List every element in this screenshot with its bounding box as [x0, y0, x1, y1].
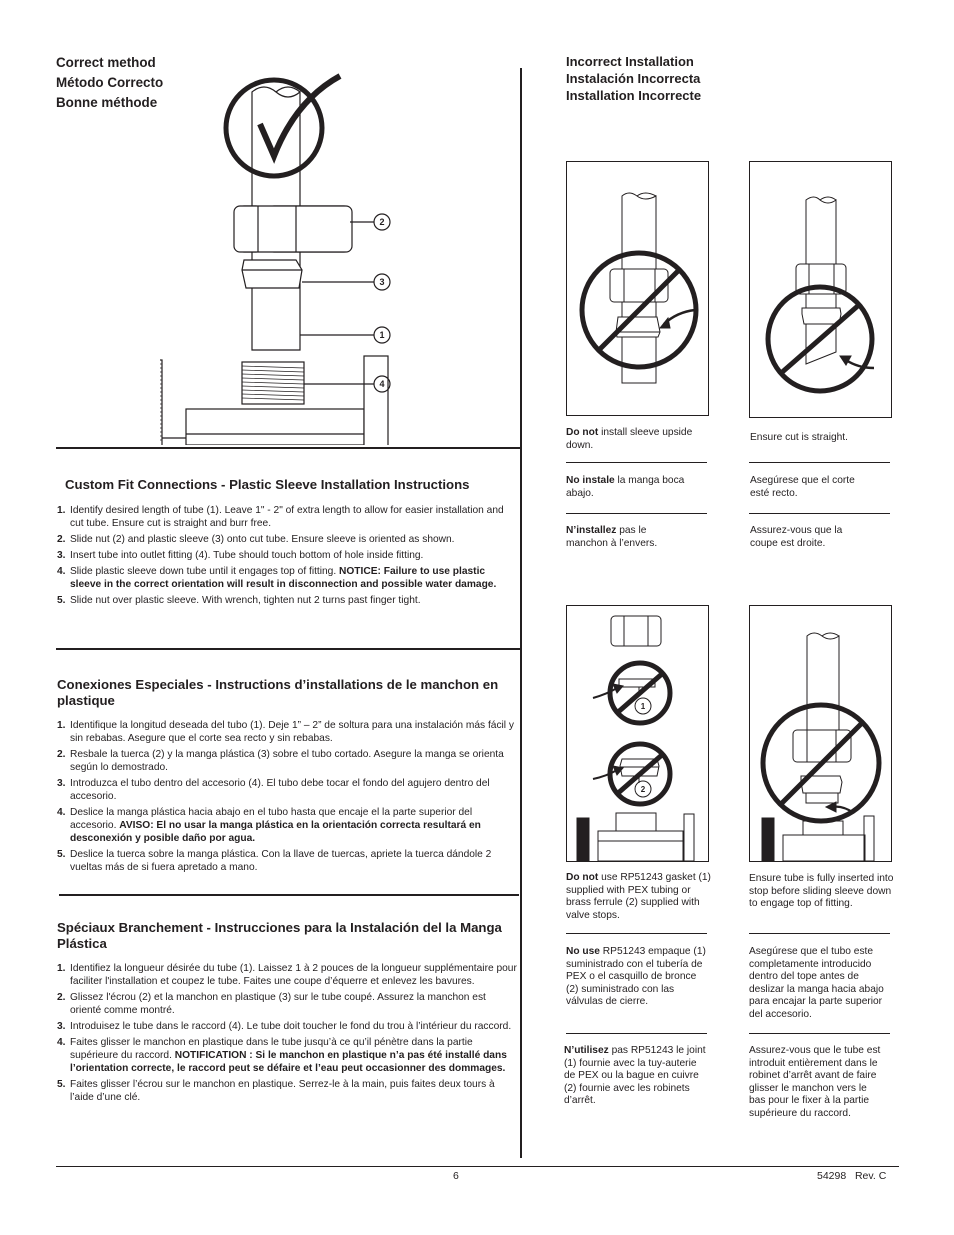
- step-item: 1. Identifiez la longueur désirée du tube…: [57, 963, 517, 987]
- section-fr: Spéciaux Branchement - Instrucciones par…: [57, 920, 517, 1107]
- section-es-steps: 1. Identifique la longitud deseada del tu…: [57, 719, 517, 874]
- caption-upside-down-en: Do not install sleeve upside down.: [566, 427, 693, 451]
- cut-not-straight-diagram: [765, 196, 875, 394]
- caption-divider: [566, 1033, 707, 1035]
- caption-inserted-es: Asegúrese que el tubo este completamente…: [749, 946, 884, 1020]
- caption-gasket-es: No use RP51243 empaque (1) suministrado …: [566, 946, 706, 1008]
- caption-divider: [749, 462, 890, 464]
- step-item: 5. Slide nut over plastic sleeve. With wr…: [57, 595, 421, 606]
- step-item: 2. Slide nut (2) and plastic sleeve (3) o…: [57, 534, 455, 545]
- callout-label-2: 2: [379, 217, 384, 227]
- sleeve-3: [241, 259, 303, 289]
- step-item: 3. Insert tube into outlet fitting (4). T…: [57, 550, 424, 561]
- section-en-steps: 1. Identify desired length of tube (1). L…: [57, 504, 519, 607]
- caption-divider: [749, 1033, 890, 1035]
- step-item: 1. Identify desired length of tube (1). L…: [57, 505, 504, 529]
- callout-label-1: 1: [641, 702, 646, 711]
- section-fr-steps: 1. Identifiez la longueur désirée du tube…: [57, 962, 517, 1104]
- step-item: 2. Glissez l'écrou (2) et la manchon en p…: [57, 992, 486, 1016]
- section-es-title: Conexiones Especiales - Instructions d’i…: [57, 677, 499, 708]
- caption-cut-straight-en: Ensure cut is straight.: [750, 432, 848, 443]
- divider-left-1: [56, 447, 520, 449]
- gasket-ferrule-diagram: 1 2: [576, 615, 695, 861]
- divider-left-3: [59, 894, 519, 896]
- step-item: 3. Introduisez le tube dans le raccord (4…: [57, 1021, 512, 1032]
- caption-upside-down-es: No instale la manga boca abajo.: [566, 475, 685, 499]
- doc-revision: 54298 Rev. C: [817, 1170, 886, 1182]
- footer-rule: [56, 1166, 899, 1168]
- correct-method-heading: Correct method Método Correcto Bonne mét…: [56, 53, 163, 113]
- caption-divider: [566, 513, 707, 515]
- correct-method-diagram: 2 3 1 4: [160, 73, 391, 445]
- page-number: 6: [453, 1170, 459, 1182]
- heading-en: Incorrect Installation: [566, 54, 694, 69]
- heading-fr: Bonne méthode: [56, 95, 158, 110]
- caption-gasket-fr: N’utilisez pas RP51243 le joint (1) four…: [564, 1045, 706, 1107]
- step-item: 4. Faites glisser le manchon en plastique…: [57, 1037, 507, 1074]
- column-divider: [520, 68, 522, 1158]
- caption-divider: [566, 462, 707, 464]
- step-item: 5. Deslice la tuerca sobre la manga plást…: [57, 849, 492, 873]
- divider-left-2: [56, 648, 520, 650]
- caption-cut-straight-es: Asegúrese que el corte esté recto.: [750, 475, 855, 499]
- step-item: 2. Resbale la tuerca (2) y la manga plást…: [57, 749, 504, 773]
- step-item: 4. Slide plastic sleeve down tube until i…: [57, 566, 497, 590]
- callout-label-1: 1: [379, 330, 384, 340]
- section-es: Conexiones Especiales - Instructions d’i…: [57, 677, 517, 877]
- incorrect-panel-upside-down: [566, 161, 709, 416]
- heading-en: Correct method: [56, 55, 156, 70]
- caption-upside-down-fr: N’installez pas le manchon à l’envers.: [566, 525, 658, 549]
- incorrect-panel-cut-straight: [749, 161, 892, 418]
- callout-label-4: 4: [379, 379, 384, 389]
- incorrect-panel-fully-inserted: [749, 605, 892, 862]
- tube-not-inserted-diagram: [760, 632, 882, 861]
- sleeve-upside-down-diagram: [579, 192, 699, 384]
- caption-divider: [749, 513, 890, 515]
- step-item: 5. Faites glisser l’écrou sur le manchon …: [57, 1079, 495, 1103]
- incorrect-panel-gasket-ferrule: 1 2: [566, 605, 709, 862]
- caption-inserted-fr: Assurez-vous que le tube est introduit e…: [749, 1045, 881, 1119]
- caption-inserted-en: Ensure tube is fully inserted into stop …: [749, 873, 894, 910]
- heading-fr: Installation Incorrecte: [566, 88, 702, 103]
- step-item: 4. Deslice la manga plástica hacia abajo …: [57, 807, 481, 844]
- caption-divider: [566, 933, 707, 935]
- caption-cut-straight-fr: Assurez-vous que la coupe est droite.: [750, 525, 843, 549]
- callout-label-3: 3: [379, 277, 384, 287]
- doc-id: 54298: [817, 1170, 847, 1182]
- revision: Rev. C: [854, 1170, 887, 1182]
- incorrect-heading: Incorrect Installation Instalación Incor…: [566, 53, 701, 104]
- section-en: Custom Fit Connections - Plastic Sleeve …: [57, 477, 519, 610]
- arrowhead-icon: [658, 316, 671, 329]
- step-item: 1. Identifique la longitud deseada del tu…: [57, 720, 514, 744]
- arrowhead-icon: [839, 355, 852, 366]
- caption-gasket-en: Do not use RP51243 gasket (1) supplied w…: [566, 872, 711, 921]
- step-item: 3. Introduzca el tubo dentro del accesori…: [57, 778, 490, 802]
- caption-divider: [749, 933, 890, 935]
- heading-es: Método Correcto: [56, 75, 164, 90]
- section-fr-title: Spéciaux Branchement - Instrucciones par…: [57, 920, 502, 951]
- heading-es: Instalación Incorrecta: [566, 71, 701, 86]
- section-en-title: Custom Fit Connections - Plastic Sleeve …: [65, 477, 470, 492]
- callout-label-2: 2: [641, 785, 646, 794]
